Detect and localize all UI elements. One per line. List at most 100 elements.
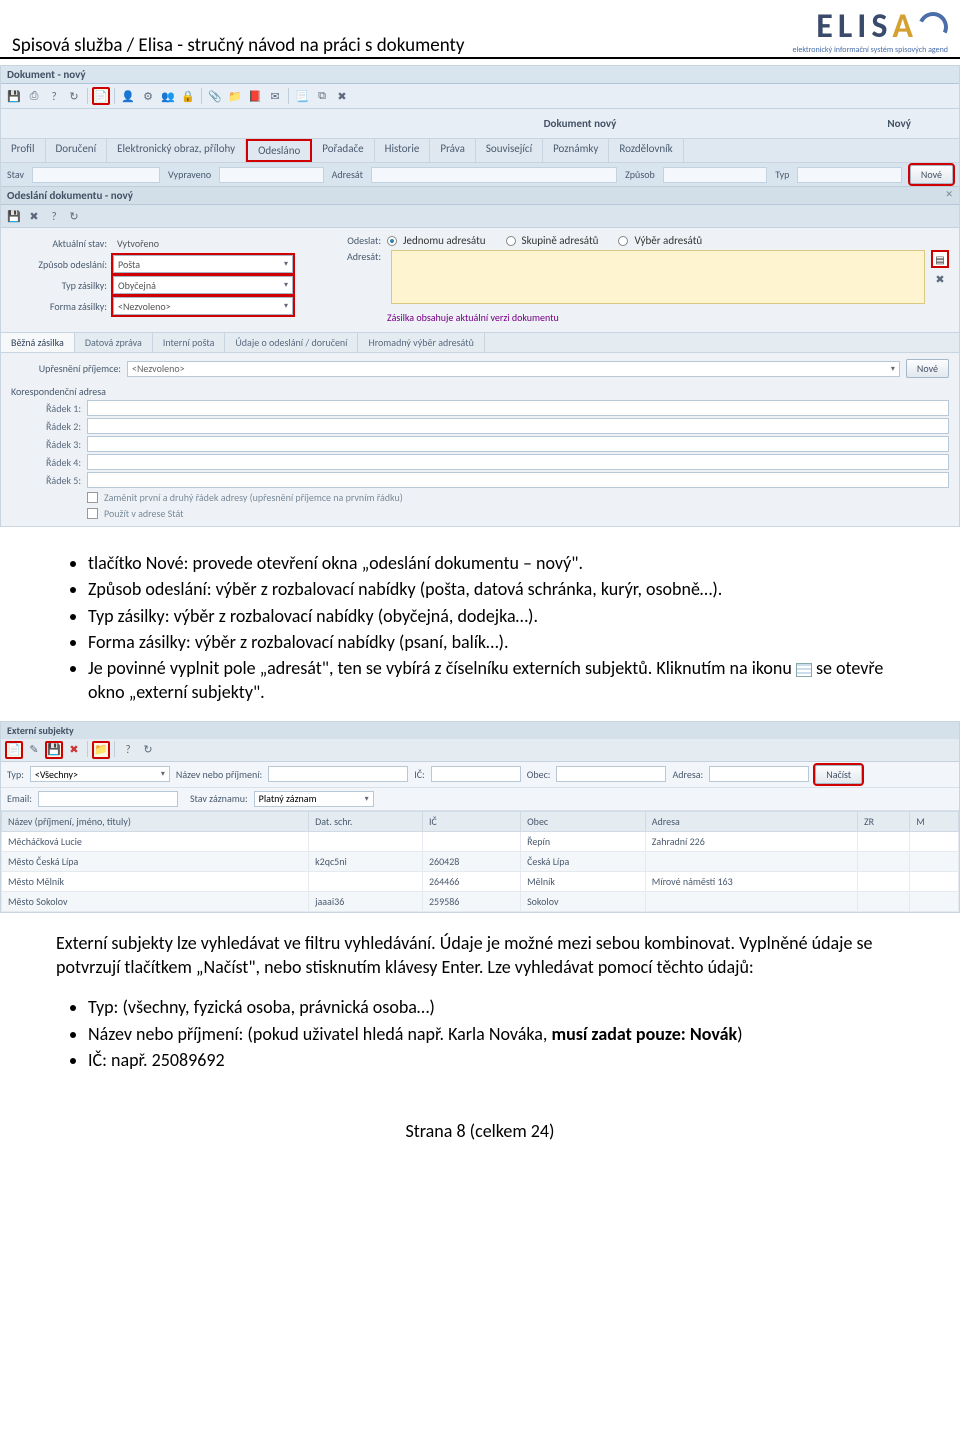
nacist-button[interactable]: Načíst xyxy=(815,765,862,784)
tab-profil[interactable]: Profil xyxy=(1,139,46,162)
bullet: Způsob odeslání: výběr z rozbalovací nab… xyxy=(88,577,904,601)
bullets-1: tlačítko Nové: provede otevření okna „od… xyxy=(0,541,960,713)
bullet: tlačítko Nové: provede otevření okna „od… xyxy=(88,551,904,575)
para-2: Externí subjekty lze vyhledávat ve filtr… xyxy=(0,921,960,986)
nove-button[interactable]: Nové xyxy=(910,165,953,184)
ext-help-icon[interactable]: ? xyxy=(119,741,137,759)
bullet: IČ: např. 25089692 xyxy=(88,1048,904,1072)
sub-filter-bar: Stav Vypraveno Adresát Způsob Typ Nové xyxy=(1,163,959,187)
panel-help-icon[interactable]: ? xyxy=(45,207,63,225)
panel-close-icon[interactable]: ✖ xyxy=(25,207,43,225)
email-input[interactable] xyxy=(38,791,178,807)
screenshot-dokument-novy: Dokument - nový 💾 ⎙ ? ↻ 📄 👤 ⚙ 👥 🔒 📎 📁 📕 … xyxy=(0,65,960,527)
tab-eobraz[interactable]: Elektronický obraz, přílohy xyxy=(107,139,246,162)
help-icon[interactable]: ? xyxy=(45,87,63,105)
ext-new-icon[interactable]: 📄 xyxy=(5,741,23,759)
ext-folder-icon[interactable]: 📁 xyxy=(92,741,110,759)
users-icon[interactable]: 👥 xyxy=(159,87,177,105)
tab-rozdelovnik[interactable]: Rozdělovník xyxy=(609,139,683,162)
upresneni-select[interactable]: <Nezvoleno>▾ xyxy=(127,361,900,377)
adresat-field[interactable] xyxy=(371,167,617,183)
adresat-box[interactable] xyxy=(391,250,925,304)
chk-stat[interactable] xyxy=(87,508,98,519)
subtab-datova[interactable]: Datová zpráva xyxy=(75,333,153,352)
zpusob-odeslani-select[interactable]: Pošta▾ xyxy=(113,255,293,273)
panel-toolbar: 💾 ✖ ? ↻ xyxy=(1,205,959,228)
save-icon[interactable]: 💾 xyxy=(5,87,23,105)
doc-title-bar: Dokument nový Nový xyxy=(1,109,959,138)
radek4-input[interactable] xyxy=(87,454,949,470)
aktualni-stav-display: Vytvořeno xyxy=(113,234,293,252)
ext-edit-icon[interactable]: ✎ xyxy=(25,741,43,759)
tab-odeslano[interactable]: Odesláno xyxy=(246,139,312,162)
page-header: Spisová služba / Elisa - stručný návod n… xyxy=(0,0,960,59)
window-title: Dokument - nový xyxy=(1,66,959,84)
sheet-icon[interactable]: 📃 xyxy=(293,87,311,105)
book-icon[interactable]: 📕 xyxy=(246,87,264,105)
print-icon[interactable]: ⎙ xyxy=(25,87,43,105)
adresa-input[interactable] xyxy=(709,766,809,782)
radek1-input[interactable] xyxy=(87,400,949,416)
radek5-input[interactable] xyxy=(87,472,949,488)
vypraveno-field[interactable] xyxy=(219,167,323,183)
table-row[interactable]: Město Sokolovjaaai36259586Sokolov xyxy=(2,891,959,911)
lock-icon[interactable]: 🔒 xyxy=(179,87,197,105)
panel-refresh-icon[interactable]: ↻ xyxy=(65,207,83,225)
radek3-input[interactable] xyxy=(87,436,949,452)
copy-icon[interactable]: ⧉ xyxy=(313,87,331,105)
tab-poznamky[interactable]: Poznámky xyxy=(543,139,609,162)
panel-save-icon[interactable]: 💾 xyxy=(5,207,23,225)
subtab-hromadny[interactable]: Hromadný výběr adresátů xyxy=(358,333,484,352)
table-row[interactable]: Město Mělník264466MělníkMírové náměstí 1… xyxy=(2,871,959,891)
bullets-2: Typ: (všechny, fyzická osoba, právnická … xyxy=(0,985,960,1080)
nazev-input[interactable] xyxy=(268,766,408,782)
mail-icon[interactable]: ✉ xyxy=(266,87,284,105)
panel-odeslani: Odeslání dokumentu - nový✕ 💾 ✖ ? ↻ Aktuá… xyxy=(1,187,959,526)
ext-save-icon[interactable]: 💾 xyxy=(45,741,63,759)
radio-skupine[interactable] xyxy=(506,236,516,246)
ext-subjects-button[interactable]: ▤ xyxy=(931,250,949,268)
subtab-udaje[interactable]: Údaje o odeslání / doručení xyxy=(225,333,358,352)
radio-jednomu[interactable] xyxy=(387,236,397,246)
stav-field[interactable] xyxy=(32,167,160,183)
tab-souvisejici[interactable]: Související xyxy=(476,139,543,162)
ic-input[interactable] xyxy=(431,766,521,782)
swoosh-icon xyxy=(914,7,952,45)
upresneni-nove-button[interactable]: Nové xyxy=(906,359,949,378)
tab-prava[interactable]: Práva xyxy=(430,139,475,162)
table-row[interactable]: Město Česká Lípak2qc5ni260428Česká Lípa xyxy=(2,851,959,871)
gear-icon[interactable]: ⚙ xyxy=(139,87,157,105)
subtab-bezna[interactable]: Běžná zásilka xyxy=(1,333,75,352)
doc-title: Spisová služba / Elisa - stručný návod n… xyxy=(12,6,464,57)
table-row[interactable]: Měcháčková LucieŘepínZahradní 226 xyxy=(2,831,959,851)
tab-historie[interactable]: Historie xyxy=(375,139,431,162)
clip-icon[interactable]: 📎 xyxy=(206,87,224,105)
typ-zasilky-select[interactable]: Obyčejná▾ xyxy=(113,276,293,294)
tab-doruceni[interactable]: Doručení xyxy=(46,139,108,162)
delete-icon[interactable]: ✖ xyxy=(333,87,351,105)
highlighted-icon[interactable]: 📄 xyxy=(92,87,110,105)
radek2-input[interactable] xyxy=(87,418,949,434)
folder-icon[interactable]: 📁 xyxy=(226,87,244,105)
ext-toolbar: 📄 ✎ 💾 ✖ 📁 ? ↻ xyxy=(1,739,959,762)
ext-refresh-icon[interactable]: ↻ xyxy=(139,741,157,759)
bullet: Typ: (všechny, fyzická osoba, právnická … xyxy=(88,995,904,1019)
chk-zamenit[interactable] xyxy=(87,492,98,503)
clear-icon[interactable]: ✖ xyxy=(931,270,949,288)
subtab-interni[interactable]: Interní pošta xyxy=(153,333,226,352)
obec-input[interactable] xyxy=(556,766,666,782)
typ-select[interactable]: <Všechny>▾ xyxy=(30,766,170,782)
screenshot-externi-subjekty: Externí subjekty 📄 ✎ 💾 ✖ 📁 ? ↻ Typ: <Vše… xyxy=(0,721,960,913)
radio-vyber[interactable] xyxy=(618,236,628,246)
tab-poradace[interactable]: Pořadače xyxy=(312,139,374,162)
ext-del-icon[interactable]: ✖ xyxy=(65,741,83,759)
stav-zaznamu-select[interactable]: Platný záznam▾ xyxy=(254,791,374,807)
typ-field[interactable] xyxy=(797,167,901,183)
ext-grid: Název (příjmení, jméno, tituly) Dat. sch… xyxy=(1,811,959,912)
close-icon[interactable]: ✕ xyxy=(945,189,953,202)
bullet: Je povinné vyplnit pole „adresát", ten s… xyxy=(88,656,904,705)
user-icon[interactable]: 👤 xyxy=(119,87,137,105)
refresh-icon[interactable]: ↻ xyxy=(65,87,83,105)
forma-zasilky-select[interactable]: <Nezvoleno>▾ xyxy=(113,297,293,315)
zpusob-field[interactable] xyxy=(663,167,767,183)
